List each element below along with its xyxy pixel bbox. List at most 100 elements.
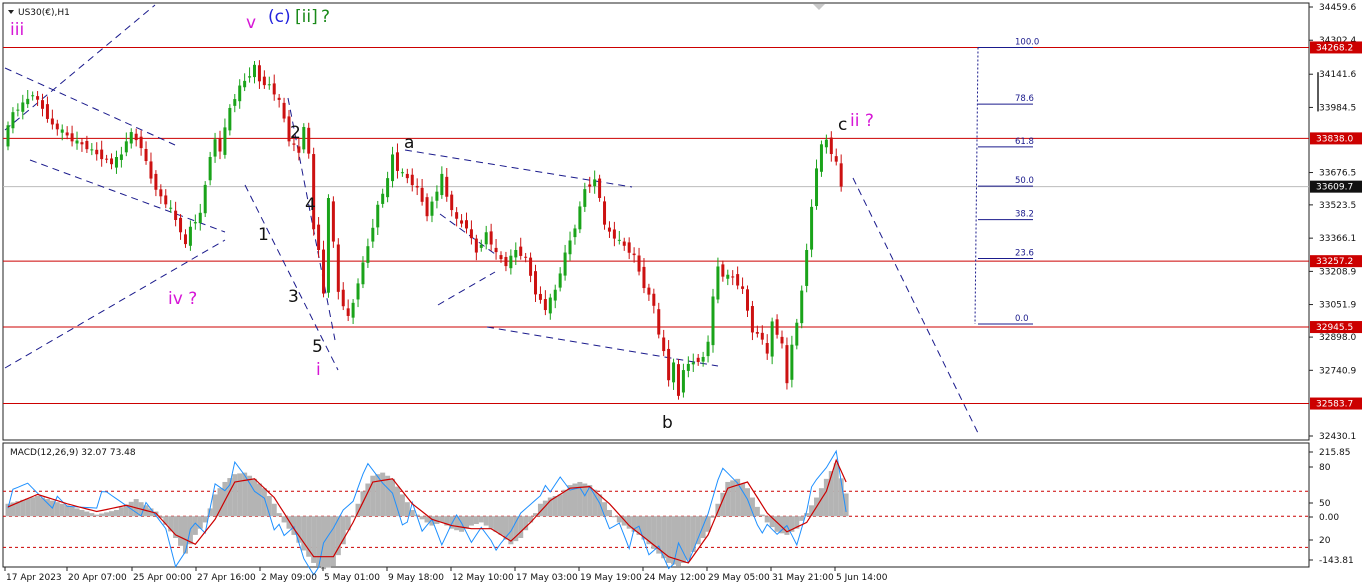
price-candle <box>425 197 429 217</box>
price-candle <box>124 141 128 153</box>
macd-label: MACD(12,26,9) 32.07 73.48 <box>10 448 136 458</box>
macd-histogram-bar <box>685 516 691 560</box>
price-candle <box>760 332 764 340</box>
macd-histogram-bar <box>675 516 681 567</box>
price-candle <box>484 232 488 245</box>
price-candle <box>169 207 173 209</box>
price-candle <box>800 290 804 324</box>
price-candle <box>750 306 754 333</box>
price-candle <box>100 149 104 160</box>
price-candle <box>755 332 759 334</box>
price-candle <box>479 244 483 248</box>
price-candle <box>489 231 493 245</box>
price-tick-label: 33208.9 <box>1319 267 1356 277</box>
price-candle <box>75 140 79 144</box>
price-candle <box>736 274 740 286</box>
price-candle <box>114 156 118 168</box>
time-tick-label: 17 May 03:00 <box>516 573 578 583</box>
level-price-label: 32583.7 <box>1316 400 1353 410</box>
price-candle <box>208 156 212 181</box>
macd-histogram-bar <box>833 463 839 517</box>
price-candle <box>455 212 459 219</box>
time-tick-label: 5 Jun 14:00 <box>836 573 888 583</box>
level-price-label: 33257.2 <box>1316 257 1353 267</box>
price-candle <box>26 98 30 105</box>
price-candle <box>90 149 94 151</box>
macd-histogram-bar <box>104 512 110 517</box>
price-candle <box>686 363 690 371</box>
price-candle <box>179 217 183 233</box>
price-candle <box>632 253 636 256</box>
chart-window: 100.0 78.6 61.8 50.0 38.2 23.6 0.0 34459.6 3430… <box>0 0 1366 588</box>
price-candle <box>770 321 774 357</box>
macd-histogram-bar <box>25 498 31 517</box>
price-candle <box>243 80 247 88</box>
price-candle <box>430 201 434 216</box>
macd-histogram-bar <box>592 489 598 517</box>
fib-level-label: 38.2 <box>1015 210 1034 220</box>
time-tick-label: 19 May 19:00 <box>580 573 642 583</box>
macd-histogram-bar <box>222 481 228 517</box>
macd-histogram-bar <box>745 488 750 517</box>
price-tick-label: 34141.6 <box>1319 70 1356 80</box>
time-tick-label: 5 May 01:00 <box>324 573 380 583</box>
price-candle <box>45 104 49 119</box>
price-candle <box>70 133 74 142</box>
macd-tick-label: 50 <box>1319 499 1331 509</box>
price-candle <box>326 198 330 293</box>
price-candle <box>351 302 355 318</box>
time-tick-label: 12 May 10:00 <box>452 573 514 583</box>
time-tick-label: 2 May 09:00 <box>261 573 317 583</box>
price-candle <box>381 193 385 204</box>
macd-tick-label: 215.85 <box>1319 448 1351 458</box>
price-candle <box>746 289 749 311</box>
price-candle <box>183 234 187 245</box>
macd-histogram-bar <box>252 478 257 517</box>
macd-histogram-bar <box>79 509 85 517</box>
macd-tick-label: -143.81 <box>1319 556 1354 566</box>
price-candle <box>346 308 350 316</box>
price-candle <box>149 161 153 179</box>
macd-histogram-bar <box>399 494 405 517</box>
price-tick-label: 33051.9 <box>1319 301 1356 311</box>
fib-level-label: 23.6 <box>1015 248 1034 258</box>
price-candle <box>361 262 365 285</box>
wave-v: v <box>246 13 256 33</box>
price-candle <box>119 154 123 160</box>
price-candle <box>36 96 40 100</box>
price-candle <box>667 348 671 381</box>
price-candle <box>642 266 646 289</box>
wave-5: 5 <box>312 337 323 357</box>
macd-histogram-bar <box>118 507 124 517</box>
wave-2: 2 <box>290 123 301 143</box>
wave-question: ? <box>321 7 330 27</box>
price-candle <box>568 240 572 255</box>
price-candle <box>765 343 769 354</box>
macd-histogram-bar <box>59 503 65 517</box>
price-candle <box>543 299 547 311</box>
price-candle <box>469 229 473 239</box>
wave-b: b <box>662 413 673 433</box>
price-candle <box>464 220 468 229</box>
price-candle <box>400 172 404 174</box>
price-candle <box>529 257 533 276</box>
price-axis: 34459.634302.434141.633984.533676.533523… <box>1309 3 1362 566</box>
price-candle <box>410 174 414 186</box>
fib-level-label: 100.0 <box>1015 38 1039 48</box>
price-candle <box>790 344 794 380</box>
macd-histogram-bar <box>69 506 75 517</box>
price-candle <box>662 337 666 352</box>
price-candle <box>617 239 621 241</box>
macd-histogram-bar <box>468 516 474 526</box>
macd-histogram-bar <box>360 491 366 517</box>
price-candle <box>775 319 779 335</box>
price-candle <box>105 158 109 160</box>
price-candle <box>282 102 286 119</box>
price-candle <box>420 187 424 202</box>
price-candle <box>622 241 626 246</box>
macd-histogram-bar <box>276 513 282 517</box>
price-candle <box>144 148 148 162</box>
price-candle <box>607 227 611 232</box>
wave-i: i <box>316 360 321 380</box>
macd-histogram-bar <box>503 516 509 540</box>
